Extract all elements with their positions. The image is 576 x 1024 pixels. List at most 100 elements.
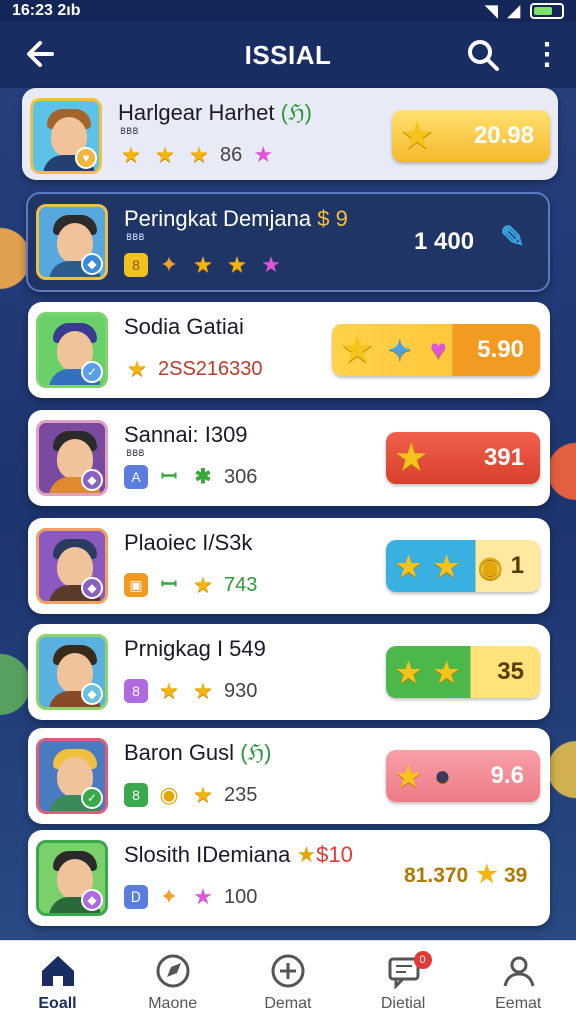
stats-row: 8 ★ ★ 930 — [124, 678, 257, 704]
status-bar: 16:23 2ıb ◥ ◢ — [0, 0, 576, 22]
score-value: 20.98 — [473, 122, 534, 149]
star-icon: ★ — [396, 439, 427, 477]
star-icon: ★ — [159, 678, 179, 703]
score-value: 35 — [497, 658, 524, 685]
tab-profile[interactable]: Eemat — [461, 941, 576, 1024]
star-icon: ★ — [402, 117, 433, 155]
star-icon: ★ — [396, 657, 422, 688]
player-name: Plaoiec I/S3k — [124, 530, 253, 555]
stat-value: 86 — [220, 143, 243, 166]
player-subtag: ꓐꓐꓐ — [126, 232, 145, 242]
star-icon: ★ — [396, 551, 422, 582]
leaderboard-row[interactable]: ✓ Baron Gusl (ℌ) 8 ◉ ★ 235 ★ ● 9.6 — [28, 728, 550, 824]
star-icon: ★ — [193, 572, 213, 597]
star-icon: ★ — [342, 331, 373, 369]
green-creature-icon: ꟷ — [160, 466, 178, 488]
tab-label: Eoall — [38, 995, 77, 1012]
leaderboard-row[interactable]: ◆ Slosith IDemiana ★$10 Ꭰ ✦ ★ 100 81.370… — [28, 830, 550, 926]
profile-icon — [503, 956, 535, 987]
stat-value: 930 — [224, 679, 258, 702]
runner-icon: ✦ — [388, 335, 412, 366]
more-options-icon[interactable]: ⋮ — [532, 36, 562, 74]
tab-add[interactable]: Demat — [230, 941, 345, 1024]
avatar: ✓ — [36, 738, 108, 814]
avatar: ♥ — [30, 98, 102, 174]
search-icon[interactable] — [466, 38, 500, 72]
leaderboard-row[interactable]: ◆ Prnigkag I 549 8 ★ ★ 930 ★ ★ 35 — [28, 624, 550, 720]
pink-star-icon: ★ — [261, 252, 281, 277]
stat-value: 100 — [224, 885, 258, 908]
character-icon: ● — [434, 760, 451, 791]
leaderboard-row-current-user[interactable]: ◆ Peringkat Demjana $ 9 ꓐꓐꓐ 8 ✦ ★ ★ ★ 1 … — [26, 192, 550, 292]
player-name: Peringkat Demjana $ 9 — [124, 206, 348, 231]
rank-badge-icon: ◆ — [81, 683, 103, 705]
compass-icon — [156, 954, 190, 988]
status-icons: ◥ ◢ — [485, 1, 564, 21]
runner-icon: ✦ — [159, 252, 179, 277]
score-pill: ★ 391 — [386, 432, 540, 484]
avatar: ◆ — [36, 204, 108, 280]
avatar: ◆ — [36, 528, 108, 604]
level-box-icon: A — [124, 465, 148, 489]
star-icon: ★ — [396, 761, 422, 792]
leaderboard-row[interactable]: ✓ Sodia Gatiai ★ 2SS216330 ★ ✦ ♥ 5.90 — [28, 302, 550, 398]
level-box-icon: 8 — [124, 783, 148, 807]
stat-value: 2SS216330 — [158, 357, 263, 380]
stats-row: 8 ◉ ★ 235 — [124, 782, 257, 808]
score-pill: ★ ✦ ♥ 5.90 — [332, 324, 540, 376]
stat-value: 743 — [224, 573, 258, 596]
app-bar: ISSIAL ⋮ — [0, 22, 576, 88]
score-pill: ★ ● 9.6 — [386, 750, 540, 802]
stat-value: 306 — [224, 465, 258, 488]
star-icon: ★ — [121, 142, 141, 167]
score-value: 1 — [510, 552, 524, 579]
stats-row: ★ 2SS216330 — [124, 356, 263, 382]
wifi-icon: ◥ — [485, 3, 498, 20]
runner-icon: ✦ — [159, 884, 179, 909]
pink-star-icon: ★ — [193, 884, 213, 909]
tab-label: Eemat — [495, 995, 542, 1012]
stats-row: 8 ✦ ★ ★ ★ — [124, 252, 284, 278]
star-icon: ★ — [193, 252, 213, 277]
stats-row: ▣ ꟷ ★ 743 — [124, 572, 257, 598]
star-icon: ★ — [227, 252, 247, 277]
home-icon — [42, 956, 74, 986]
sparkle-icon: ✱ — [194, 466, 212, 488]
leaderboard-row[interactable]: ◆ Sannai: I309 ꓐꓐꓐ A ꟷ ✱ 306 ★ 391 — [28, 410, 550, 506]
player-name: Harlgear Harhet (ℌ) — [118, 100, 312, 125]
star-icon: ★ — [189, 142, 209, 167]
tab-home[interactable]: Eoall — [0, 941, 115, 1024]
star-icon: ★ — [434, 657, 460, 688]
score-value: 81.370 — [404, 864, 469, 887]
chest-icon: ▣ — [124, 573, 148, 597]
leaderboard-list: ♥ Harlgear Harhet (ℌ) ꓐꓐꓐ ★ ★ ★ 86 ★ ★ 2… — [0, 88, 576, 940]
player-subtag: ꓐꓐꓐ — [126, 448, 145, 458]
green-creature-icon: ꟷ — [160, 574, 178, 596]
pencil-icon[interactable]: ✎ — [500, 220, 525, 255]
stats-row: A ꟷ ✱ 306 — [124, 464, 257, 490]
pink-star-icon: ★ — [253, 142, 274, 167]
score-pill: ★ 20.98 — [392, 110, 550, 162]
tab-messages[interactable]: 0 Dietial — [346, 941, 461, 1024]
leaderboard-row[interactable]: ♥ Harlgear Harhet (ℌ) ꓐꓐꓐ ★ ★ ★ 86 ★ ★ 2… — [22, 88, 558, 180]
player-name: Baron Gusl (ℌ) — [124, 740, 272, 765]
rank-badge-icon: ◆ — [81, 889, 103, 911]
signal-icon: ◢ — [507, 3, 520, 20]
tab-explore[interactable]: Maone — [115, 941, 230, 1024]
leaderboard-row[interactable]: ◆ Plaoiec I/S3k ▣ ꟷ ★ 743 ★ ★ ◉ 1 — [28, 518, 550, 614]
player-name: Sodia Gatiai — [124, 314, 244, 339]
coin-icon: ◉ — [159, 782, 179, 807]
tab-label: Maone — [148, 995, 198, 1012]
avatar: ◆ — [36, 840, 108, 916]
level-box-icon: 8 — [124, 253, 148, 277]
star-icon: ★ — [434, 551, 460, 582]
coin-icon: ◉ — [478, 551, 503, 582]
level-box-icon: Ꭰ — [124, 885, 148, 909]
tab-label: Dietial — [380, 995, 426, 1012]
heart-icon: ♥ — [430, 334, 447, 365]
rank-badge-icon: ◆ — [81, 253, 103, 275]
player-subtag: ꓐꓐꓐ — [120, 126, 139, 136]
star-icon: ★ — [193, 678, 213, 703]
star-icon: ★ — [127, 356, 147, 381]
rank-badge-icon: ♥ — [75, 147, 97, 169]
